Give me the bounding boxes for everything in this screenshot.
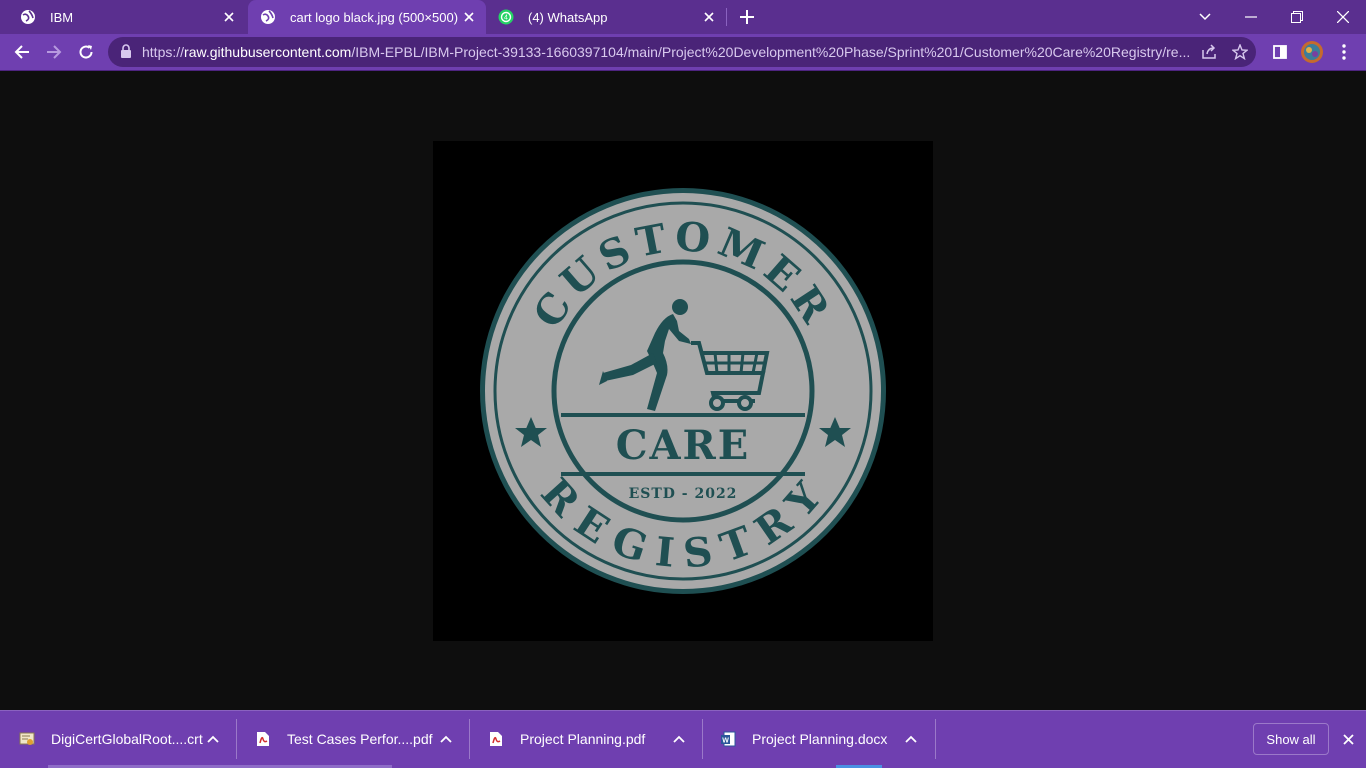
close-window-button[interactable] <box>1320 0 1366 34</box>
forward-button[interactable] <box>40 38 68 66</box>
close-downloads-bar-icon[interactable] <box>1337 728 1359 750</box>
lock-icon[interactable] <box>120 44 134 60</box>
download-divider <box>469 719 470 759</box>
reload-button[interactable] <box>72 38 100 66</box>
profile-avatar[interactable] <box>1298 38 1326 66</box>
certificate-file-icon <box>18 730 36 748</box>
displayed-image[interactable]: CUSTOMER REGISTRY CARE ESTD - 2022 <box>433 141 933 641</box>
download-filename: Test Cases Perfor....pdf <box>287 731 433 747</box>
restore-button[interactable] <box>1274 0 1320 34</box>
browser-toolbar: https://raw.githubusercontent.com/IBM-EP… <box>0 34 1366 71</box>
pdf-file-icon <box>487 730 505 748</box>
globe-icon <box>20 9 36 25</box>
chevron-up-icon[interactable] <box>202 728 224 750</box>
download-item-project-planning-pdf[interactable]: Project Planning.pdf <box>487 711 702 767</box>
download-item-project-planning-docx[interactable]: W Project Planning.docx <box>719 711 935 767</box>
chevron-up-icon[interactable] <box>435 728 457 750</box>
download-filename: DigiCertGlobalRoot....crt <box>51 731 203 747</box>
downloads-bar: DigiCertGlobalRoot....crt Test Cases Per… <box>0 710 1366 768</box>
whatsapp-icon: 4 <box>498 9 514 25</box>
tab-strip: IBM cart logo black.jpg (500×500) 4 (4) … <box>0 0 1366 34</box>
url-text[interactable]: https://raw.githubusercontent.com/IBM-EP… <box>142 44 1192 60</box>
download-item-test-cases[interactable]: Test Cases Perfor....pdf <box>254 711 469 767</box>
tab-title: cart logo black.jpg (500×500) <box>290 9 458 25</box>
word-file-icon: W <box>719 730 737 748</box>
tab-ibm[interactable]: IBM <box>0 0 246 34</box>
share-icon[interactable] <box>1198 41 1220 63</box>
download-divider <box>935 719 936 759</box>
url-host: raw.githubusercontent.com <box>184 44 352 60</box>
tab-search-button[interactable] <box>1182 0 1228 34</box>
close-tab-icon[interactable] <box>218 6 240 28</box>
pdf-file-icon <box>254 730 272 748</box>
svg-text:4: 4 <box>504 15 508 22</box>
tab-title: IBM <box>50 9 74 25</box>
download-filename: Project Planning.pdf <box>520 731 646 747</box>
logo-established-text: ESTD - 2022 <box>629 486 738 502</box>
customer-care-registry-logo: CUSTOMER REGISTRY CARE ESTD - 2022 <box>480 188 886 594</box>
show-all-downloads-button[interactable]: Show all <box>1253 723 1329 755</box>
download-divider <box>702 719 703 759</box>
tab-divider <box>726 8 727 26</box>
url-scheme: https:// <box>142 44 185 60</box>
new-tab-button[interactable] <box>736 6 758 28</box>
address-bar[interactable]: https://raw.githubusercontent.com/IBM-EP… <box>108 37 1256 67</box>
download-filename: Project Planning.docx <box>752 731 888 747</box>
tab-cart-logo[interactable]: cart logo black.jpg (500×500) <box>248 0 486 34</box>
tab-whatsapp[interactable]: 4 (4) WhatsApp <box>488 0 726 34</box>
side-panel-icon[interactable] <box>1266 38 1294 66</box>
close-tab-icon[interactable] <box>698 6 720 28</box>
tab-title: (4) WhatsApp <box>528 9 608 25</box>
close-tab-icon[interactable] <box>458 6 480 28</box>
page-viewport: CUSTOMER REGISTRY CARE ESTD - 2022 <box>0 71 1366 710</box>
chevron-up-icon[interactable] <box>668 728 690 750</box>
minimize-button[interactable] <box>1228 0 1274 34</box>
download-item-certificate[interactable]: DigiCertGlobalRoot....crt <box>18 711 236 767</box>
logo-middle-text: CARE <box>616 422 751 469</box>
chevron-up-icon[interactable] <box>900 728 922 750</box>
menu-icon[interactable] <box>1330 38 1358 66</box>
globe-icon <box>260 9 276 25</box>
back-button[interactable] <box>8 38 36 66</box>
url-path: /IBM-EPBL/IBM-Project-39133-1660397104/m… <box>351 44 1191 60</box>
bookmark-star-icon[interactable] <box>1229 41 1251 63</box>
download-divider <box>236 719 237 759</box>
svg-text:W: W <box>722 738 729 745</box>
